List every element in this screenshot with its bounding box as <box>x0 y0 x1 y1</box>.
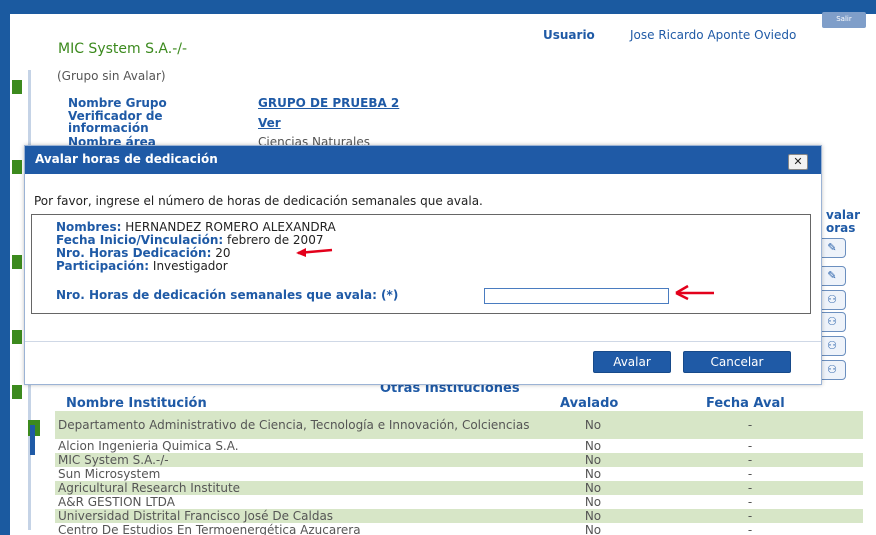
sidebar-tab[interactable] <box>12 385 22 399</box>
date-cell: - <box>637 453 863 467</box>
sidebar-tab[interactable] <box>12 330 22 344</box>
verifier-label-2: información <box>68 121 149 135</box>
participation-row: Participación: Investigador <box>56 259 228 273</box>
company-name: MIC System S.A.-/- <box>58 41 188 57</box>
edit-hours-button[interactable]: ✎ <box>818 238 846 258</box>
verifier-link[interactable]: Ver <box>258 116 281 130</box>
institution-name: Centro De Estudios En Termoenergética Az… <box>58 523 361 535</box>
group-name-label: Nombre Grupo <box>68 96 167 110</box>
left-frame <box>0 0 10 535</box>
endorsed-cell: No <box>584 467 602 481</box>
names-value: HERNANDEZ ROMERO ALEXANDRA <box>125 220 336 234</box>
endorsed-hours-label: Nro. Horas de dedicación semanales que a… <box>56 288 399 302</box>
endorsed-hours-input[interactable] <box>484 288 669 304</box>
date-cell: - <box>747 523 753 535</box>
close-icon[interactable]: ✕ <box>788 154 808 170</box>
sidebar-tab[interactable] <box>12 80 22 94</box>
dialog-divider <box>25 341 821 342</box>
date-cell: - <box>637 411 863 439</box>
dialog-title: Avalar horas de dedicación <box>35 152 218 166</box>
hours-value: 20 <box>215 246 231 260</box>
endorse-hours-dialog: Avalar horas de dedicación ✕ Por favor, … <box>24 145 822 385</box>
top-frame <box>0 0 876 14</box>
endorsed-cell: No <box>584 523 602 535</box>
column-header-institution: Nombre Institución <box>66 396 207 411</box>
assign-user-button[interactable]: ⚇ <box>818 336 846 356</box>
date-cell: - <box>637 509 863 523</box>
user-label: Usuario <box>543 28 595 42</box>
endorsed-cell: No <box>549 509 637 523</box>
exit-button[interactable]: Salir <box>822 12 866 28</box>
hours-label: Nro. Horas Dedicación: <box>56 246 212 260</box>
sidebar-tab[interactable] <box>12 255 22 269</box>
table-row: Centro De Estudios En Termoenergética Az… <box>55 523 863 535</box>
dialog-message: Por favor, ingrese el número de horas de… <box>34 194 483 208</box>
institution-name: Alcion Ingenieria Quimica S.A. <box>58 439 239 453</box>
date-cell: - <box>637 481 863 495</box>
start-date-row: Fecha Inicio/Vinculación: febrero de 200… <box>56 233 323 247</box>
assign-user-button[interactable]: ⚇ <box>818 360 846 380</box>
edit-hours-button[interactable]: ✎ <box>818 266 846 286</box>
user-name: Jose Ricardo Aponte Oviedo <box>630 28 797 42</box>
endorsed-cell: No <box>549 411 637 439</box>
participation-value: Investigador <box>152 259 228 273</box>
table-row: Departamento Administrativo de Ciencia, … <box>55 411 863 439</box>
institution-name: Agricultural Research Institute <box>55 481 549 495</box>
date-cell: - <box>747 467 753 481</box>
institution-name: MIC System S.A.-/- <box>55 453 549 467</box>
dialog-header: Avalar horas de dedicación ✕ <box>25 146 821 174</box>
institution-name: A&R GESTION LTDA <box>58 495 175 509</box>
annotation-arrow-icon <box>675 284 714 301</box>
institution-name: Departamento Administrativo de Ciencia, … <box>55 411 549 439</box>
date-cell: - <box>747 495 753 509</box>
endorsed-cell: No <box>584 439 602 453</box>
group-status: (Grupo sin Avalar) <box>57 69 166 83</box>
annotation-arrow-icon <box>296 248 333 257</box>
institution-name: Sun Microsystem <box>58 467 161 481</box>
institution-name: Universidad Distrital Francisco José De … <box>55 509 549 523</box>
column-header-horas: oras <box>826 221 856 235</box>
column-header-avalar: valar <box>826 208 861 222</box>
cancel-button[interactable]: Cancelar <box>683 351 791 373</box>
assign-user-button[interactable]: ⚇ <box>818 312 846 332</box>
group-name-link[interactable]: GRUPO DE PRUEBA 2 <box>258 96 399 110</box>
institutions-table: Departamento Administrativo de Ciencia, … <box>55 411 863 535</box>
sidebar-tab[interactable] <box>12 160 22 174</box>
assign-user-button[interactable]: ⚇ <box>818 290 846 310</box>
participation-label: Participación: <box>56 259 150 273</box>
column-header-date: Fecha Aval <box>706 396 785 411</box>
table-row: MIC System S.A.-/- No - <box>55 453 863 467</box>
names-row: Nombres: HERNANDEZ ROMERO ALEXANDRA <box>56 220 336 234</box>
table-row: Universidad Distrital Francisco José De … <box>55 509 863 523</box>
start-date-label: Fecha Inicio/Vinculación: <box>56 233 224 247</box>
date-cell: - <box>747 439 753 453</box>
table-row: Alcion Ingenieria Quimica S.A. No - <box>55 439 863 453</box>
endorsed-cell: No <box>584 495 602 509</box>
hours-row: Nro. Horas Dedicación: 20 <box>56 246 231 260</box>
table-row: Agricultural Research Institute No - <box>55 481 863 495</box>
sidebar-marker <box>30 425 35 455</box>
submit-endorse-button[interactable]: Avalar <box>593 351 671 373</box>
column-header-endorsed: Avalado <box>560 396 619 411</box>
names-label: Nombres: <box>56 220 122 234</box>
table-row: Sun Microsystem No - <box>55 467 863 481</box>
endorsed-cell: No <box>549 481 637 495</box>
endorsed-cell: No <box>549 453 637 467</box>
table-row: A&R GESTION LTDA No - <box>55 495 863 509</box>
